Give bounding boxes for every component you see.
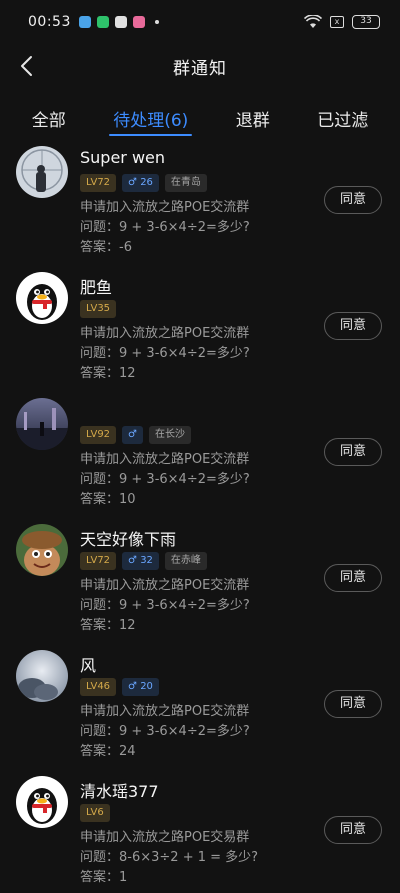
gender-badge: ♂ xyxy=(122,426,144,444)
user-tags: LV72 ♂ 26 在青岛 xyxy=(80,174,207,192)
app-notification-icon xyxy=(78,16,91,28)
header: 群通知 xyxy=(0,44,400,88)
location-badge: 在赤峰 xyxy=(164,552,207,570)
gender-age-badge: ♂ 20 xyxy=(122,678,159,696)
status-right: x 33 xyxy=(304,15,380,29)
question-text: 问题：9 + 3-6×4÷2=多少? xyxy=(80,724,250,739)
request-info: 申请加入流放之路POE交流群 问题：9 + 3-6×4÷2=多少? 答案：24 xyxy=(80,702,250,762)
apply-text: 申请加入流放之路POE交流群 xyxy=(80,578,250,593)
level-badge: LV72 xyxy=(80,174,117,192)
apply-text: 申请加入流放之路POE交流群 xyxy=(80,452,250,467)
app-notification-icon xyxy=(132,16,145,28)
avatar-image xyxy=(16,146,68,198)
level-badge: LV35 xyxy=(80,300,117,318)
location-badge: 在长沙 xyxy=(149,426,192,444)
avatar-image xyxy=(16,650,68,702)
user-tags: LV35 xyxy=(80,300,117,318)
apply-text: 申请加入流放之路POE交流群 xyxy=(80,704,250,719)
location-badge: 在青岛 xyxy=(164,174,207,192)
apply-text: 申请加入流放之路POE交流群 xyxy=(80,200,250,215)
answer-text: 答案：12 xyxy=(80,366,136,381)
list-item: 风 LV46 ♂ 20 申请加入流放之路POE交流群 问题：9 + 3-6×4÷… xyxy=(0,644,400,770)
request-info: 申请加入流放之路POE交流群 问题：9 + 3-6×4÷2=多少? 答案：-6 xyxy=(80,198,250,258)
user-tags: LV92 ♂ 在长沙 xyxy=(80,426,192,444)
agree-button[interactable]: 同意 xyxy=(324,690,382,718)
chevron-left-icon xyxy=(21,56,32,76)
tab-filtered[interactable]: 已过滤 xyxy=(311,98,374,138)
more-notifications-dot xyxy=(154,20,159,24)
question-text: 问题：9 + 3-6×4÷2=多少? xyxy=(80,598,250,613)
list-item: LV92 ♂ 在长沙 申请加入流放之路POE交流群 问题：9 + 3-6×4÷2… xyxy=(0,392,400,518)
agree-button[interactable]: 同意 xyxy=(324,186,382,214)
app-notification-icon xyxy=(96,16,109,28)
request-info: 申请加入流放之路POE交流群 问题：9 + 3-6×4÷2=多少? 答案：12 xyxy=(80,324,250,384)
user-name: 天空好像下雨 xyxy=(80,530,177,549)
tab-pending[interactable]: 待处理(6) xyxy=(107,98,194,138)
level-badge: LV92 xyxy=(80,426,117,444)
user-name: Super wen xyxy=(80,148,166,167)
back-button[interactable] xyxy=(12,52,40,80)
avatar[interactable] xyxy=(16,398,68,450)
avatar[interactable] xyxy=(16,146,68,198)
list-item: 肥鱼 LV35 申请加入流放之路POE交流群 问题：9 + 3-6×4÷2=多少… xyxy=(0,266,400,392)
agree-button[interactable]: 同意 xyxy=(324,816,382,844)
request-info: 申请加入流放之路POE交流群 问题：9 + 3-6×4÷2=多少? 答案：10 xyxy=(80,450,250,510)
user-name: 清水瑶377 xyxy=(80,782,159,801)
page-title: 群通知 xyxy=(173,58,227,79)
question-text: 问题：9 + 3-6×4÷2=多少? xyxy=(80,346,250,361)
user-name: 风 xyxy=(80,656,97,675)
avatar[interactable] xyxy=(16,650,68,702)
list-item: 清水瑶377 LV6 申请加入流放之路POE交易群 问题：8-6×3÷2 + 1… xyxy=(0,770,400,893)
gender-age-badge: ♂ 32 xyxy=(122,552,159,570)
user-name: 肥鱼 xyxy=(80,278,113,297)
level-badge: LV72 xyxy=(80,552,117,570)
apply-text: 申请加入流放之路POE交易群 xyxy=(80,830,250,845)
answer-text: 答案：-6 xyxy=(80,240,132,255)
tab-all[interactable]: 全部 xyxy=(26,98,72,138)
avatar-image xyxy=(16,398,68,450)
agree-button[interactable]: 同意 xyxy=(324,438,382,466)
request-info: 申请加入流放之路POE交流群 问题：9 + 3-6×4÷2=多少? 答案：12 xyxy=(80,576,250,636)
level-badge: LV6 xyxy=(80,804,110,822)
request-info: 申请加入流放之路POE交易群 问题：8-6×3÷2 + 1 = 多少? 答案：1 xyxy=(80,828,258,888)
level-badge: LV46 xyxy=(80,678,117,696)
penguin-avatar-icon xyxy=(16,776,68,828)
penguin-avatar-icon xyxy=(16,272,68,324)
user-tags: LV46 ♂ 20 xyxy=(80,678,159,696)
user-tags: LV72 ♂ 32 在赤峰 xyxy=(80,552,207,570)
apply-text: 申请加入流放之路POE交流群 xyxy=(80,326,250,341)
no-sim-icon: x xyxy=(330,16,344,28)
tab-bar: 全部 待处理(6) 退群 已过滤 xyxy=(0,98,400,138)
question-text: 问题：9 + 3-6×4÷2=多少? xyxy=(80,472,250,487)
agree-button[interactable]: 同意 xyxy=(324,564,382,592)
agree-button[interactable]: 同意 xyxy=(324,312,382,340)
answer-text: 答案：10 xyxy=(80,492,136,507)
request-list: Super wen LV72 ♂ 26 在青岛 申请加入流放之路POE交流群 问… xyxy=(0,140,400,893)
app-notification-icon xyxy=(114,16,127,28)
answer-text: 答案：24 xyxy=(80,744,136,759)
avatar[interactable] xyxy=(16,524,68,576)
avatar[interactable] xyxy=(16,776,68,828)
answer-text: 答案：12 xyxy=(80,618,136,633)
list-item: 天空好像下雨 LV72 ♂ 32 在赤峰 申请加入流放之路POE交流群 问题：9… xyxy=(0,518,400,644)
wifi-icon xyxy=(304,15,322,28)
list-item: Super wen LV72 ♂ 26 在青岛 申请加入流放之路POE交流群 问… xyxy=(0,140,400,266)
battery-icon: 33 xyxy=(352,15,380,29)
answer-text: 答案：1 xyxy=(80,870,128,885)
avatar[interactable] xyxy=(16,272,68,324)
user-tags: LV6 xyxy=(80,804,110,822)
status-app-icons xyxy=(78,16,159,28)
gender-age-badge: ♂ 26 xyxy=(122,174,159,192)
tab-left-group[interactable]: 退群 xyxy=(230,98,276,138)
avatar-image xyxy=(16,524,68,576)
question-text: 问题：9 + 3-6×4÷2=多少? xyxy=(80,220,250,235)
status-bar: 00:53 x 33 xyxy=(0,0,400,44)
question-text: 问题：8-6×3÷2 + 1 = 多少? xyxy=(80,850,259,865)
status-time: 00:53 xyxy=(28,14,71,30)
